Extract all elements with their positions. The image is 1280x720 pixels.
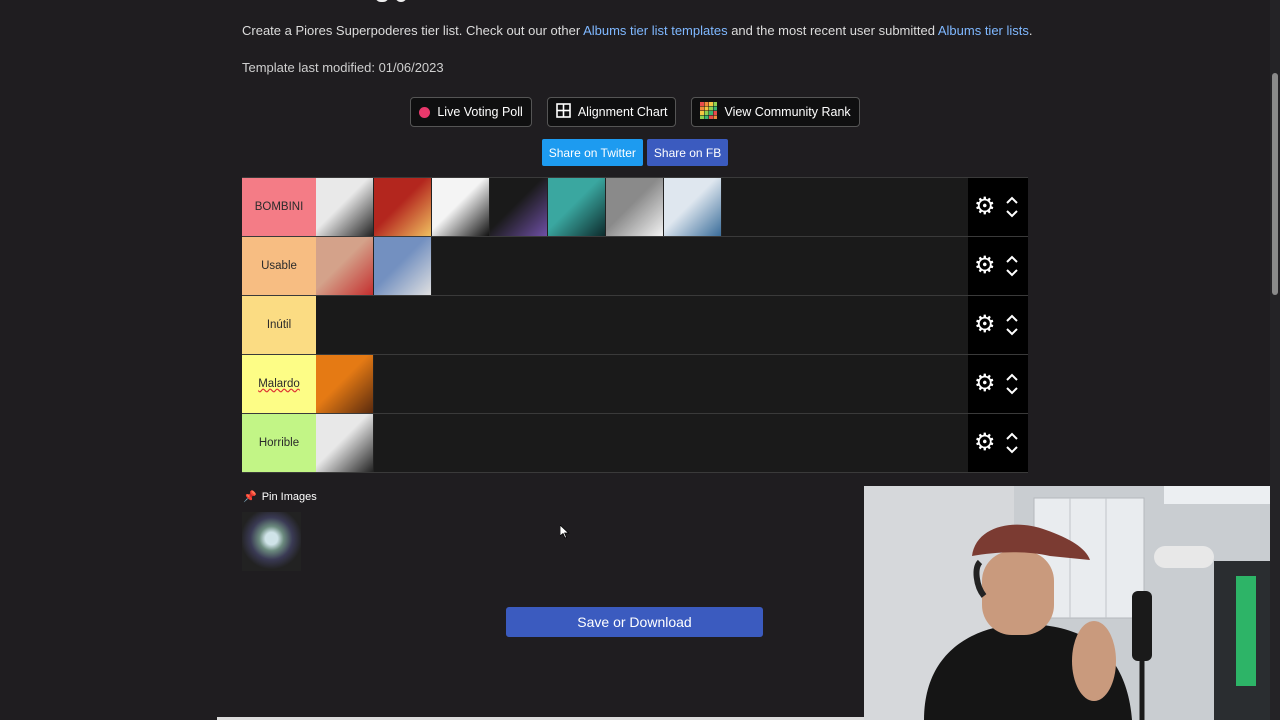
- tier-item-image[interactable]: [490, 178, 548, 236]
- gear-icon[interactable]: ⚙: [974, 313, 996, 337]
- tier-items[interactable]: [316, 237, 968, 295]
- tier-controls: ⚙: [968, 355, 1028, 413]
- pin-images-toggle[interactable]: 📌 Pin Images: [243, 490, 317, 504]
- intro-text: Create a Piores Superpoderes tier list. …: [242, 23, 1033, 38]
- pushpin-icon: 📌: [243, 491, 257, 503]
- share-twitter-button[interactable]: Share on Twitter: [541, 139, 643, 166]
- chevron-up-icon[interactable]: [1005, 195, 1019, 205]
- tier-label[interactable]: Usable: [242, 237, 316, 295]
- chevron-up-icon[interactable]: [1005, 431, 1019, 441]
- tier-row: Malardo ⚙: [242, 354, 1028, 414]
- tier-items[interactable]: [316, 355, 968, 413]
- tier-items[interactable]: [316, 296, 968, 354]
- community-rank-button[interactable]: View Community Rank: [691, 97, 860, 127]
- tier-item-image[interactable]: [664, 178, 722, 236]
- tier-item-image[interactable]: [606, 178, 664, 236]
- save-or-download-button[interactable]: Save or Download: [506, 607, 763, 637]
- alignment-chart-button[interactable]: Alignment Chart: [546, 97, 677, 127]
- gear-icon[interactable]: ⚙: [974, 195, 996, 219]
- scrollbar[interactable]: [1270, 0, 1280, 720]
- tier-label[interactable]: Malardo: [242, 355, 316, 413]
- tier-item-image[interactable]: [374, 178, 432, 236]
- chevron-down-icon[interactable]: [1005, 386, 1019, 396]
- tier-list: BOMBINI ⚙ Usable ⚙ Inútil ⚙ Malardo ⚙ Horrible ⚙: [242, 177, 1028, 473]
- chevron-down-icon[interactable]: [1005, 268, 1019, 278]
- tier-item-image[interactable]: [316, 237, 374, 295]
- tier-item-image[interactable]: [316, 414, 374, 472]
- tier-row: BOMBINI ⚙: [242, 177, 1028, 237]
- tier-label[interactable]: Inútil: [242, 296, 316, 354]
- share-facebook-button[interactable]: Share on FB: [646, 139, 729, 166]
- chevron-up-icon[interactable]: [1005, 372, 1019, 382]
- tier-item-image[interactable]: [432, 178, 490, 236]
- webcam-overlay: [864, 486, 1280, 720]
- share-buttons: Share on Twitter Share on FB: [0, 139, 1270, 166]
- chevron-down-icon[interactable]: [1005, 209, 1019, 219]
- template-modified-date: Template last modified: 01/06/2023: [242, 60, 444, 75]
- tier-row: Usable ⚙: [242, 236, 1028, 296]
- record-dot-icon: [419, 106, 431, 118]
- chevron-up-icon[interactable]: [1005, 313, 1019, 323]
- unranked-image[interactable]: [242, 512, 301, 571]
- tier-item-image[interactable]: [548, 178, 606, 236]
- tier-item-image[interactable]: [316, 355, 374, 413]
- gear-icon[interactable]: ⚙: [974, 431, 996, 455]
- tier-row: Inútil ⚙: [242, 295, 1028, 355]
- tier-controls: ⚙: [968, 414, 1028, 472]
- chevron-up-icon[interactable]: [1005, 254, 1019, 264]
- page-title-fragment: [375, 0, 435, 2]
- tier-controls: ⚙: [968, 237, 1028, 295]
- albums-templates-link[interactable]: Albums tier list templates: [583, 23, 728, 38]
- tool-buttons: Live Voting Poll Alignment Chart View Co…: [0, 97, 1270, 127]
- tier-controls: ⚙: [968, 296, 1028, 354]
- tier-label[interactable]: Horrible: [242, 414, 316, 472]
- tier-items[interactable]: [316, 178, 968, 236]
- tier-controls: ⚙: [968, 178, 1028, 236]
- tier-item-image[interactable]: [374, 237, 432, 295]
- albums-tier-lists-link[interactable]: Albums tier lists: [938, 23, 1029, 38]
- gear-icon[interactable]: ⚙: [974, 254, 996, 278]
- live-voting-poll-button[interactable]: Live Voting Poll: [410, 97, 532, 127]
- chevron-down-icon[interactable]: [1005, 445, 1019, 455]
- tier-label[interactable]: BOMBINI: [242, 178, 316, 236]
- scroll-thumb[interactable]: [1272, 73, 1278, 295]
- grid-icon: [556, 103, 571, 121]
- heatmap-icon: [700, 102, 718, 122]
- tier-items[interactable]: [316, 414, 968, 472]
- tier-row: Horrible ⚙: [242, 413, 1028, 473]
- chevron-down-icon[interactable]: [1005, 327, 1019, 337]
- tier-item-image[interactable]: [316, 178, 374, 236]
- gear-icon[interactable]: ⚙: [974, 372, 996, 396]
- mouse-cursor-icon: [560, 525, 570, 539]
